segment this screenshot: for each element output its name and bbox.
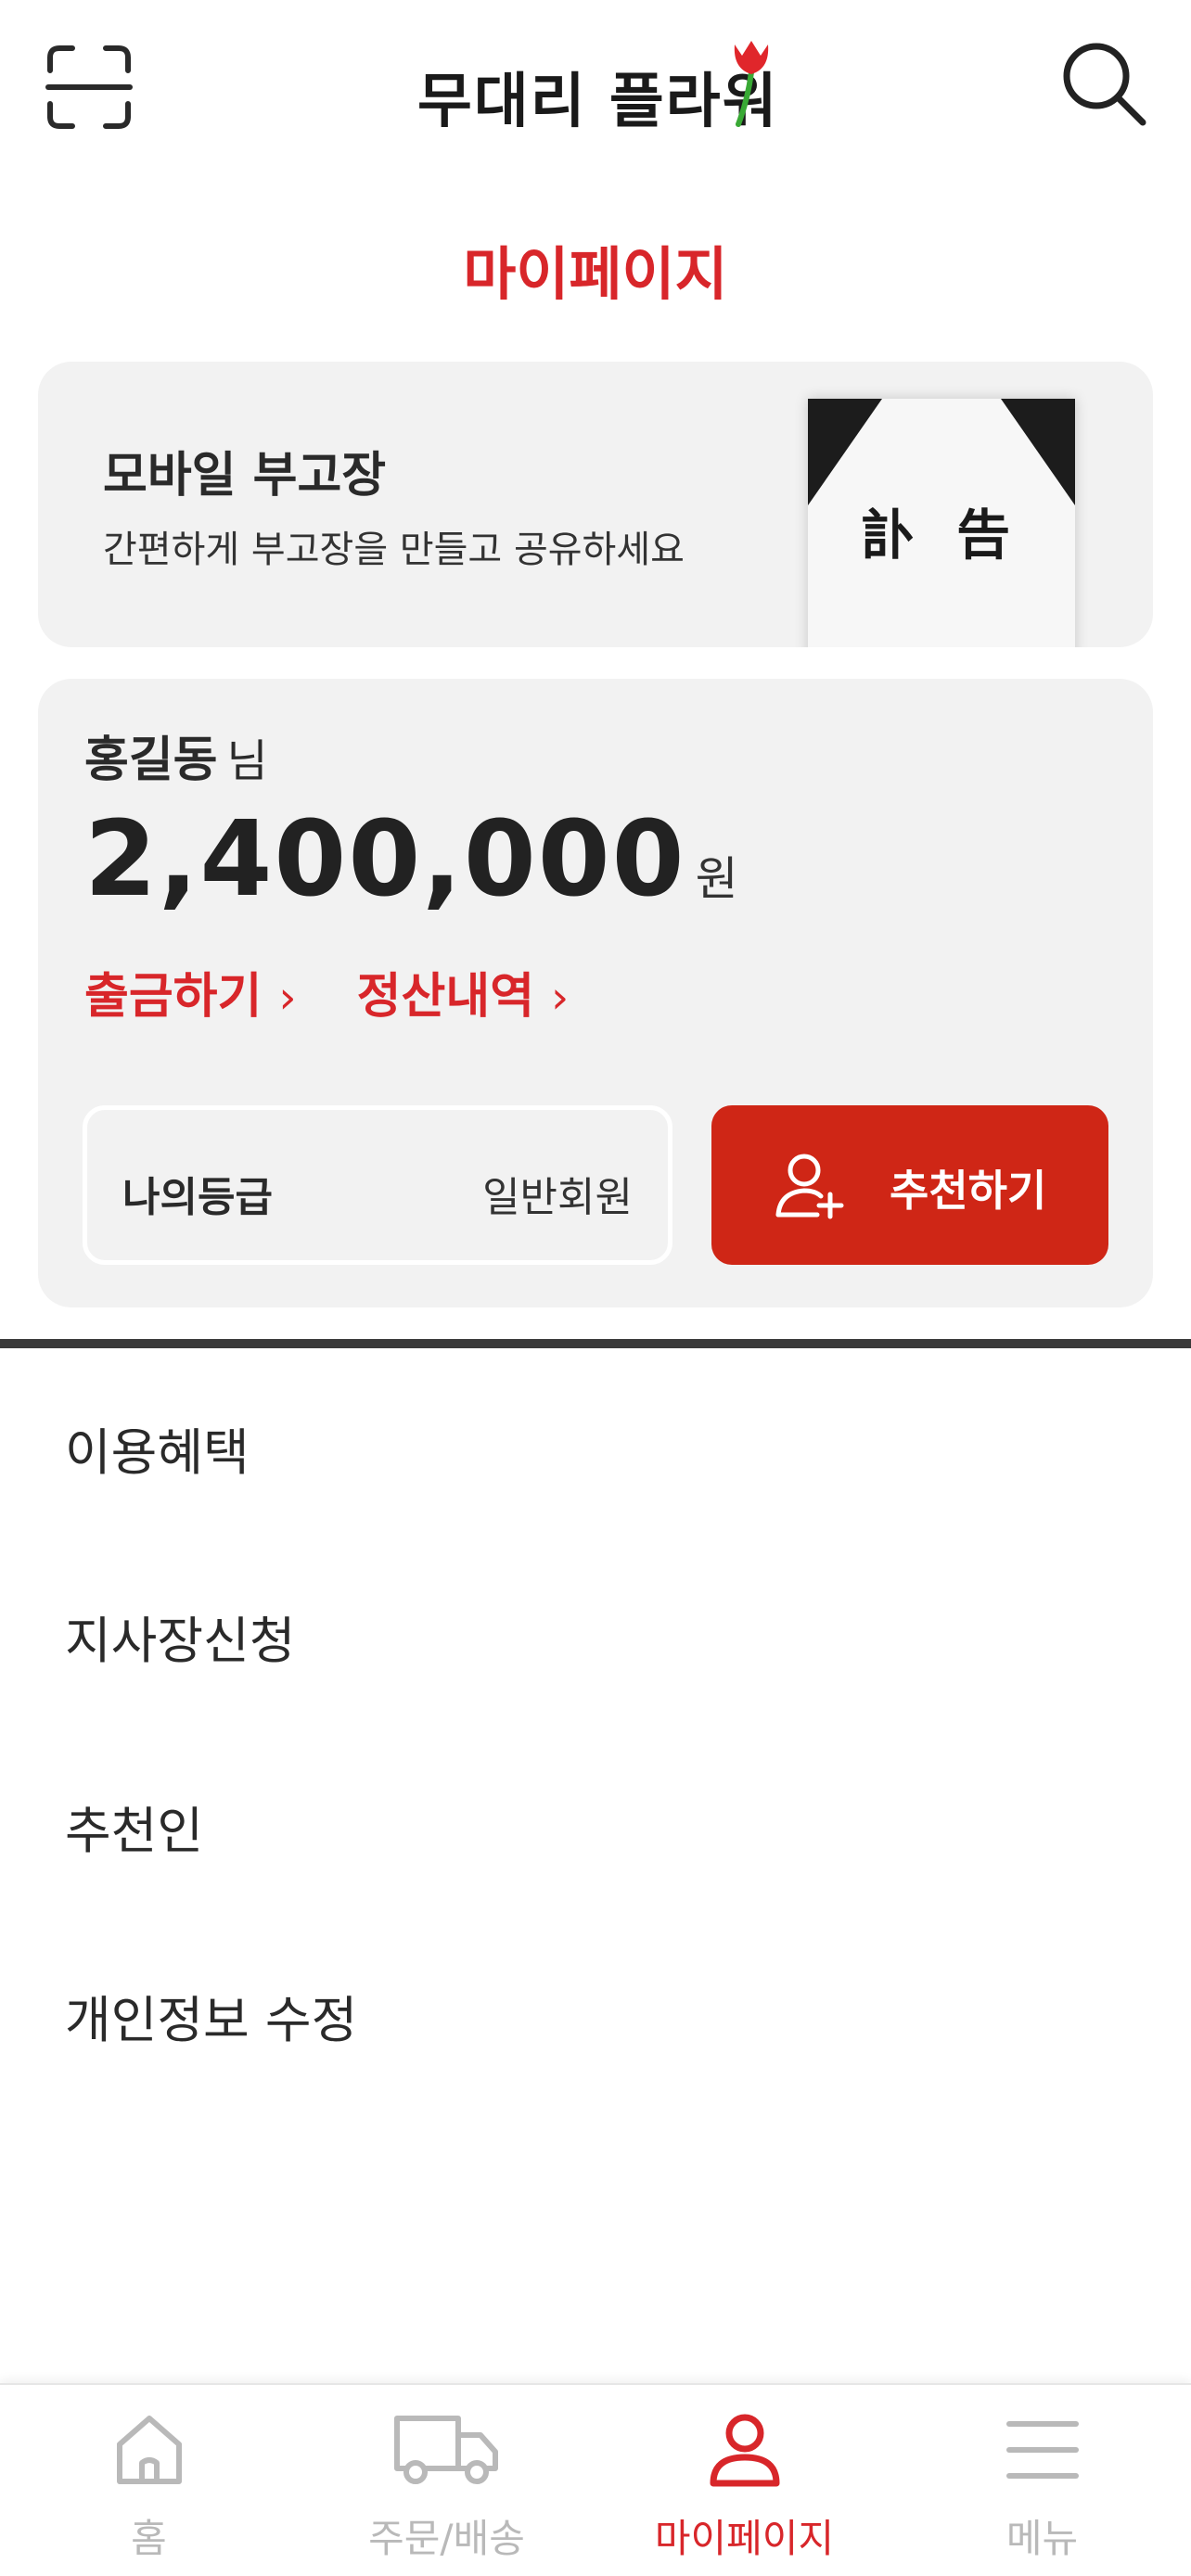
balance-currency: 원 bbox=[695, 852, 738, 906]
tulip-icon bbox=[734, 41, 769, 127]
nav-home-label: 홈 bbox=[131, 2516, 167, 2561]
nav-home[interactable]: 홈 bbox=[0, 2385, 298, 2576]
withdraw-label: 출금하기 bbox=[84, 969, 263, 1025]
grade-label: 나의등급 bbox=[122, 1174, 273, 1221]
user-icon bbox=[710, 2414, 779, 2487]
chevron-right-icon: › bbox=[278, 972, 297, 1024]
menu-icon bbox=[1005, 2421, 1079, 2479]
menu-item-branch-manager-application[interactable]: 지사장신청 bbox=[65, 1600, 295, 1673]
chevron-right-icon: › bbox=[551, 972, 570, 1024]
user-honorific: 님 bbox=[226, 735, 268, 787]
page-title: 마이페이지 bbox=[463, 240, 728, 308]
account-card: 홍길동 님 2,400,000 원 출금하기 › 정산내역 › 나의등급 일반회원 추천… bbox=[38, 679, 1153, 1307]
brand-logo[interactable]: 무대리 플라워 bbox=[417, 35, 779, 137]
truck-icon bbox=[393, 2416, 498, 2484]
menu-item-edit-personal-info[interactable]: 개인정보 수정 bbox=[65, 1979, 357, 2052]
nav-mypage-label: 마이페이지 bbox=[654, 2516, 835, 2561]
balance-line: 2,400,000 원 bbox=[84, 799, 738, 920]
recommend-button[interactable]: 추천하기 bbox=[711, 1105, 1108, 1265]
obituary-card-image: 訃 告 bbox=[808, 399, 1075, 647]
obituary-title: 모바일 부고장 bbox=[103, 448, 387, 504]
withdraw-link[interactable]: 출금하기 › bbox=[84, 957, 297, 1027]
home-icon bbox=[116, 2416, 182, 2484]
menu-item-recommender[interactable]: 추천인 bbox=[65, 1790, 203, 1863]
bottom-navigation: 홈 주문/배송 마이페이지 메뉴 bbox=[0, 2383, 1191, 2576]
recommend-label: 추천하기 bbox=[890, 1166, 1047, 1216]
grade-value: 일반회원 bbox=[482, 1174, 633, 1221]
header: 무대리 플라워 bbox=[0, 0, 1191, 176]
menu-item-benefits[interactable]: 이용혜택 bbox=[65, 1411, 250, 1485]
nav-menu-label: 메뉴 bbox=[1005, 2516, 1079, 2561]
add-user-icon bbox=[775, 1154, 844, 1219]
nav-orders-delivery[interactable]: 주문/배송 bbox=[298, 2385, 596, 2576]
nav-menu[interactable]: 메뉴 bbox=[893, 2385, 1191, 2576]
nav-orders-label: 주문/배송 bbox=[368, 2516, 525, 2561]
settlement-label: 정산내역 bbox=[356, 969, 535, 1025]
obituary-description: 간편하게 부고장을 만들고 공유하세요 bbox=[103, 529, 685, 571]
section-divider bbox=[0, 1339, 1191, 1348]
user-name: 홍길동 bbox=[84, 733, 218, 788]
member-grade-box: 나의등급 일반회원 bbox=[83, 1105, 672, 1265]
obituary-hanja-text: 訃 告 bbox=[861, 504, 1022, 567]
user-greeting: 홍길동 님 bbox=[84, 721, 268, 790]
nav-mypage[interactable]: 마이페이지 bbox=[596, 2385, 893, 2576]
balance-amount: 2,400,000 bbox=[84, 799, 686, 920]
qr-scan-icon[interactable] bbox=[45, 43, 134, 132]
search-icon[interactable] bbox=[1057, 37, 1150, 130]
settlement-history-link[interactable]: 정산내역 › bbox=[357, 957, 570, 1027]
account-links: 출금하기 › 정산내역 › bbox=[84, 957, 624, 1027]
mobile-obituary-banner[interactable]: 모바일 부고장 간편하게 부고장을 만들고 공유하세요 訃 告 bbox=[38, 362, 1153, 647]
